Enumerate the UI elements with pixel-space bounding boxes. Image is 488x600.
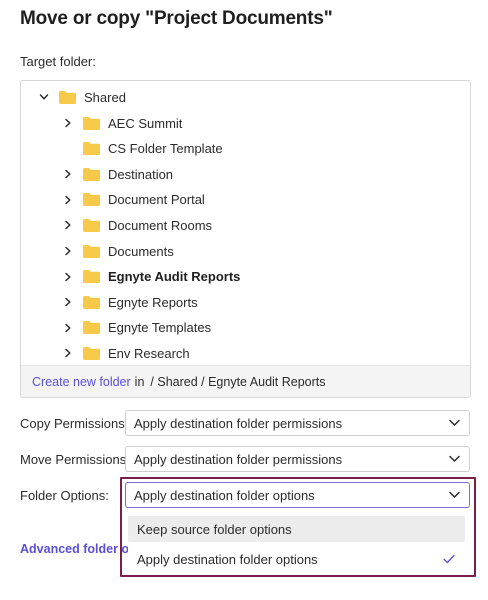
tree-node-label: Egnyte Audit Reports <box>108 269 241 285</box>
folder-options-select[interactable]: Apply destination folder options <box>125 482 470 508</box>
folder-icon <box>83 295 100 309</box>
selected-path: / Shared / Egnyte Audit Reports <box>150 374 326 389</box>
folder-options-dropdown: Keep source folder options Apply destina… <box>128 510 468 570</box>
chevron-down-icon[interactable] <box>37 90 51 104</box>
folder-icon <box>83 167 100 181</box>
tree-node[interactable]: Env Research <box>61 341 190 365</box>
tree-node[interactable]: Document Portal <box>61 188 205 212</box>
target-folder-label: Target folder: <box>20 54 96 69</box>
advanced-folder-options-link[interactable]: Advanced folder o <box>20 542 129 556</box>
tree-node-label: Egnyte Templates <box>108 320 212 336</box>
tree-node-label: Document Portal <box>108 192 205 208</box>
tree-node[interactable]: Documents <box>61 239 174 263</box>
folder-icon <box>83 142 100 156</box>
folder-icon <box>83 218 100 232</box>
chevron-right-icon[interactable] <box>61 218 75 232</box>
chevron-right-icon[interactable] <box>61 244 75 258</box>
chevron-right-icon[interactable] <box>61 346 75 360</box>
tree-node[interactable]: Egnyte Templates <box>61 316 211 340</box>
chevron-right-icon[interactable] <box>61 193 75 207</box>
move-permissions-select[interactable]: Apply destination folder permissions <box>125 446 470 472</box>
tree-node-label: Document Rooms <box>108 217 213 233</box>
folder-options-label: Folder Options: <box>20 487 109 503</box>
copy-permissions-select[interactable]: Apply destination folder permissions <box>125 410 470 436</box>
tree-node-label: CS Folder Template <box>108 141 223 157</box>
copy-permissions-row: Copy Permissions: Apply destination fold… <box>20 410 471 436</box>
chevron-right-icon[interactable] <box>61 167 75 181</box>
dropdown-option-keep-source[interactable]: Keep source folder options <box>128 516 465 542</box>
chevron-right-icon[interactable] <box>61 295 75 309</box>
folder-tree: Shared AEC Summit CS Folder Template Desti… <box>20 80 471 398</box>
tree-node[interactable]: Document Rooms <box>61 213 212 237</box>
tree-footer: Create new folder in / Shared / Egnyte A… <box>21 365 470 397</box>
folder-tree-scroll[interactable]: Shared AEC Summit CS Folder Template Desti… <box>21 81 470 365</box>
tree-node-label: AEC Summit <box>108 115 183 131</box>
folder-icon <box>83 193 100 207</box>
tree-node[interactable]: Egnyte Reports <box>61 290 198 314</box>
chevron-right-icon[interactable] <box>61 321 75 335</box>
folder-options-row: Folder Options: Apply destination folder… <box>20 482 471 508</box>
dropdown-option-label: Apply destination folder options <box>137 551 318 567</box>
folder-icon <box>83 116 100 130</box>
tree-node[interactable]: AEC Summit <box>61 111 182 135</box>
tree-node[interactable]: CS Folder Template <box>61 137 223 161</box>
tree-node-label: Shared <box>84 89 126 105</box>
folder-icon <box>59 90 76 104</box>
copy-permissions-value: Apply destination folder permissions <box>134 415 343 431</box>
dialog-title: Move or copy "Project Documents" <box>20 8 333 29</box>
tree-node-label: Documents <box>108 243 174 259</box>
chevron-down-icon <box>449 455 460 463</box>
chevron-down-icon <box>449 419 460 427</box>
move-permissions-value: Apply destination folder permissions <box>134 451 343 467</box>
copy-permissions-label: Copy Permissions: <box>20 415 129 431</box>
move-permissions-label: Move Permissions: <box>20 451 130 467</box>
folder-icon <box>83 346 100 360</box>
folder-icon <box>83 321 100 335</box>
tree-node[interactable]: Destination <box>61 162 173 186</box>
footer-in-text: in <box>134 374 145 389</box>
tree-node-label: Env Research <box>108 345 190 361</box>
checkmark-icon <box>443 554 455 564</box>
dropdown-option-label: Keep source folder options <box>137 521 292 537</box>
tree-node-label: Destination <box>108 166 174 182</box>
tree-node[interactable]: Egnyte Audit Reports <box>61 265 240 289</box>
folder-icon <box>83 244 100 258</box>
tree-node-label: Egnyte Reports <box>108 294 198 310</box>
move-permissions-row: Move Permissions: Apply destination fold… <box>20 446 471 472</box>
chevron-right-icon[interactable] <box>61 270 75 284</box>
tree-node-shared[interactable]: Shared <box>37 85 126 109</box>
chevron-right-icon[interactable] <box>61 116 75 130</box>
dropdown-option-apply-destination[interactable]: Apply destination folder options <box>128 546 465 572</box>
folder-options-value: Apply destination folder options <box>134 487 315 503</box>
create-new-folder-link[interactable]: Create new folder <box>32 375 131 389</box>
chevron-down-icon <box>449 491 460 499</box>
folder-icon <box>83 270 100 284</box>
